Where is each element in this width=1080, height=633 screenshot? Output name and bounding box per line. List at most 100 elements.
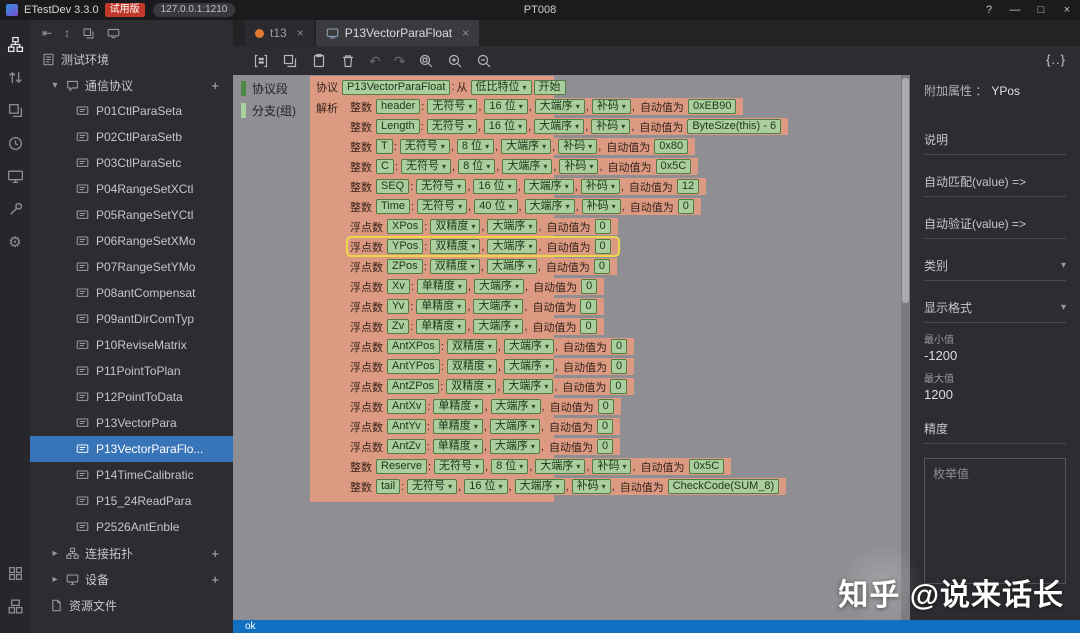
field-value-chip[interactable]: 0 [611, 339, 628, 354]
field-name-chip[interactable]: AntXv [387, 399, 427, 414]
field-name-chip[interactable]: Xv [387, 279, 410, 294]
field-value-chip[interactable]: CheckCode(SUM_8) [667, 479, 780, 494]
field-value-chip[interactable]: 0 [594, 219, 611, 234]
package-icon[interactable] [0, 590, 30, 623]
field-row-ZPos[interactable]: 浮点数 ZPos : 双精度 ▾, 大端序 ▾, 自动值为 0 [348, 258, 618, 275]
close-tab-icon[interactable]: × [297, 26, 304, 40]
tab-p13vectorparafloat[interactable]: P13VectorParaFloat × [315, 20, 480, 46]
zoom-out-icon[interactable] [476, 53, 492, 69]
tree-item-protocol[interactable]: P01CtlParaSeta [30, 98, 233, 124]
field-attr-chip[interactable]: 双精度 ▾ [446, 339, 497, 354]
field-value-chip[interactable]: 0 [593, 259, 611, 274]
field-attr-chip[interactable]: 大端序 ▾ [501, 139, 552, 154]
tools-icon[interactable] [0, 193, 30, 226]
section-precision[interactable]: 精度 [924, 408, 1066, 444]
protocol-name-chip[interactable]: P13VectorParaFloat [342, 79, 451, 95]
tree-item-protocol[interactable]: P07RangeSetYMo [30, 254, 233, 280]
field-row-Zv[interactable]: 浮点数 Zv : 单精度 ▾, 大端序 ▾, 自动值为 0 [348, 318, 604, 335]
field-name-chip[interactable]: Length [376, 119, 420, 134]
field-name-chip[interactable]: Yv [387, 299, 410, 314]
field-attr-chip[interactable]: 单精度 ▾ [432, 439, 483, 454]
field-attr-chip[interactable]: 无符号 ▾ [407, 479, 458, 494]
copy-icon[interactable] [82, 27, 95, 40]
field-attr-chip[interactable]: 大端序 ▾ [489, 439, 540, 454]
field-attr-chip[interactable]: 无符号 ▾ [416, 179, 467, 194]
preview-icon[interactable] [107, 27, 120, 40]
field-attr-chip[interactable]: 大端序 ▾ [502, 159, 553, 174]
section-auto-verify[interactable]: 自动验证(value) => [924, 203, 1066, 239]
tree-item-protocol[interactable]: P03CtlParaSetc [30, 150, 233, 176]
field-name-chip[interactable]: Reserve [376, 459, 427, 474]
field-value-chip[interactable]: 0 [611, 359, 628, 374]
field-row-Time[interactable]: 整数 Time : 无符号 ▾, 40 位 ▾, 大端序 ▾, 补码 ▾, 自动值为 0 [348, 198, 701, 215]
field-attr-chip[interactable]: 大端序 ▾ [503, 359, 554, 374]
start-chip[interactable]: 开始 [533, 79, 566, 95]
field-attr-chip[interactable]: 单精度 ▾ [416, 319, 467, 334]
field-attr-chip[interactable]: 单精度 ▾ [433, 399, 484, 414]
min-value-field[interactable]: -1200 [924, 348, 1066, 363]
field-attr-chip[interactable]: 无符号 ▾ [427, 99, 478, 114]
field-row-AntYPos[interactable]: 浮点数 AntYPos : 双精度 ▾, 大端序 ▾, 自动值为 0 [348, 358, 635, 375]
tree-item-protocol[interactable]: P09antDirComTyp [30, 306, 233, 332]
field-attr-chip[interactable]: 无符号 ▾ [434, 459, 485, 474]
tree-item-protocol[interactable]: P14TimeCalibratic [30, 462, 233, 488]
field-name-chip[interactable]: Zv [387, 319, 410, 334]
category-dropdown[interactable]: 类别 ▾ [924, 245, 1066, 281]
field-attr-chip[interactable]: 大端序 ▾ [487, 239, 538, 254]
tree-group-devices[interactable]: ▸ 设备 + [30, 566, 233, 592]
field-row-Xv[interactable]: 浮点数 Xv : 单精度 ▾, 大端序 ▾, 自动值为 0 [348, 278, 605, 295]
field-attr-chip[interactable]: 无符号 ▾ [401, 159, 452, 174]
field-attr-chip[interactable]: 16 位 ▾ [483, 119, 528, 134]
max-value-field[interactable]: 1200 [924, 387, 1066, 402]
tree-item-protocol[interactable]: P06RangeSetXMo [30, 228, 233, 254]
settings-gear-icon[interactable]: ⚙ [0, 226, 30, 259]
field-attr-chip[interactable]: 大端序 ▾ [490, 399, 541, 414]
chevron-right-icon[interactable]: ▸ [50, 548, 60, 559]
field-attr-chip[interactable]: 无符号 ▾ [417, 199, 468, 214]
add-topology-button[interactable]: + [211, 546, 219, 561]
minimize-button[interactable]: — [1002, 0, 1028, 20]
field-attr-chip[interactable]: 双精度 ▾ [446, 359, 497, 374]
debug-monitor-icon[interactable] [0, 160, 30, 193]
field-row-AntZv[interactable]: 浮点数 AntZv : 单精度 ▾, 大端序 ▾, 自动值为 0 [348, 438, 621, 455]
tree-item-protocol[interactable]: P12PointToData [30, 384, 233, 410]
field-value-chip[interactable]: 0 [581, 279, 598, 294]
field-value-chip[interactable]: 0 [596, 439, 614, 454]
field-attr-chip[interactable]: 双精度 ▾ [430, 219, 481, 234]
enum-values-input[interactable]: 枚举值 [924, 458, 1066, 584]
field-row-YPos[interactable]: 浮点数 YPos : 双精度 ▾, 大端序 ▾, 自动值为 0 [346, 236, 620, 257]
field-name-chip[interactable]: header [376, 99, 421, 114]
chevron-right-icon[interactable]: ▸ [50, 574, 60, 585]
field-row-AntZPos[interactable]: 浮点数 AntZPos : 双精度 ▾, 大端序 ▾, 自动值为 0 [348, 378, 634, 395]
field-attr-chip[interactable]: 8 位 ▾ [456, 139, 495, 154]
field-attr-chip[interactable]: 大端序 ▾ [524, 199, 575, 214]
add-device-button[interactable]: + [211, 572, 219, 587]
section-description[interactable]: 说明 [924, 119, 1066, 155]
delete-icon[interactable] [340, 53, 356, 69]
field-name-chip[interactable]: ZPos [387, 259, 423, 274]
field-attr-chip[interactable]: 双精度 ▾ [430, 239, 481, 254]
field-attr-chip[interactable]: 双精度 ▾ [446, 379, 497, 394]
tree-root-node[interactable]: 测试环境 [30, 46, 233, 72]
bit-order-chip[interactable]: 低比特位 ▾ [470, 79, 532, 95]
field-attr-chip[interactable]: 单精度 ▾ [416, 279, 467, 294]
tree-item-protocol[interactable]: P15_24ReadPara [30, 488, 233, 514]
field-value-chip[interactable]: 0 [596, 419, 614, 434]
collapse-all-icon[interactable]: ⇤ [42, 26, 52, 40]
field-value-chip[interactable]: 0 [580, 299, 597, 314]
field-value-chip[interactable]: 0 [597, 399, 614, 414]
field-value-chip[interactable]: 0xEB90 [687, 99, 737, 114]
field-row-Yv[interactable]: 浮点数 Yv : 单精度 ▾, 大端序 ▾, 自动值为 0 [348, 298, 604, 315]
tree-item-protocol[interactable]: P04RangeSetXCtl [30, 176, 233, 202]
field-attr-chip[interactable]: 40 位 ▾ [474, 199, 518, 214]
field-name-chip[interactable]: Time [376, 199, 411, 214]
field-row-Length[interactable]: 整数 Length : 无符号 ▾, 16 位 ▾, 大端序 ▾, 补码 ▾, 自动值为 B… [348, 118, 789, 135]
tree-group-protocols[interactable]: ▾ 通信协议 + [30, 72, 233, 98]
field-name-chip[interactable]: SEQ [376, 179, 410, 194]
field-attr-chip[interactable]: 无符号 ▾ [399, 139, 450, 154]
field-attr-chip[interactable]: 大端序 ▾ [535, 459, 586, 474]
field-name-chip[interactable]: XPos [387, 219, 424, 234]
maximize-button[interactable]: □ [1028, 0, 1054, 20]
field-name-chip[interactable]: AntXPos [387, 339, 440, 354]
close-tab-icon[interactable]: × [462, 26, 469, 40]
